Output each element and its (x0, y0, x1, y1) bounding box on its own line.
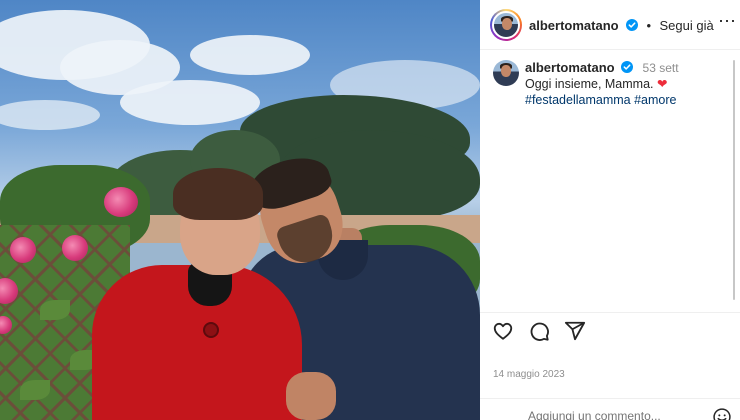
add-comment-input[interactable] (528, 409, 698, 420)
post-photo[interactable] (0, 0, 480, 420)
cloud (0, 100, 100, 130)
heart-emoji: ❤ (657, 77, 668, 91)
caption-text: Oggi insieme, Mamma. (525, 77, 654, 91)
more-horizontal-icon[interactable]: ⋯ (718, 12, 737, 30)
caption-avatar[interactable] (493, 60, 519, 86)
comment-icon[interactable] (528, 320, 550, 342)
comments-scrollbar[interactable] (733, 60, 737, 300)
post-date: 14 maggio 2023 (493, 369, 565, 380)
share-icon[interactable] (564, 320, 586, 342)
post-side-panel: albertomatano • Segui già ⋯ albertomatan… (480, 0, 740, 420)
avatar-face (502, 18, 512, 30)
header-separator: • (646, 18, 652, 33)
header-username[interactable]: albertomatano (529, 18, 619, 33)
rose (62, 235, 88, 261)
avatar-face (501, 65, 511, 77)
add-comment-bar (480, 398, 740, 420)
post-header: albertomatano • Segui già ⋯ (480, 0, 740, 50)
hashtag-link[interactable]: #festadellamamma (525, 93, 631, 107)
man-hand (286, 372, 336, 420)
brooch (203, 322, 219, 338)
divider (480, 312, 740, 313)
follow-status-button[interactable]: Segui già (660, 18, 714, 33)
avatar[interactable] (492, 11, 520, 39)
hashtag-link[interactable]: #amore (634, 93, 676, 107)
caption-text-block: albertomatano 53 sett Oggi insieme, Mamm… (525, 60, 735, 108)
leaf (20, 380, 50, 400)
header-line: albertomatano • Segui già (529, 17, 714, 35)
caption-time[interactable]: 53 sett (643, 61, 679, 75)
cloud (190, 35, 310, 75)
action-bar (492, 320, 586, 346)
verified-badge-icon (626, 19, 639, 31)
verified-badge-icon (621, 61, 634, 73)
rose (10, 237, 36, 263)
rose (104, 187, 138, 217)
caption-username[interactable]: albertomatano (525, 60, 615, 75)
woman-hair (173, 168, 263, 220)
leaf (40, 300, 70, 320)
heart-icon[interactable] (492, 320, 514, 342)
emoji-icon[interactable] (712, 407, 732, 420)
cloud (120, 80, 260, 125)
scrollbar-thumb[interactable] (733, 60, 735, 300)
story-ring[interactable] (490, 9, 522, 41)
